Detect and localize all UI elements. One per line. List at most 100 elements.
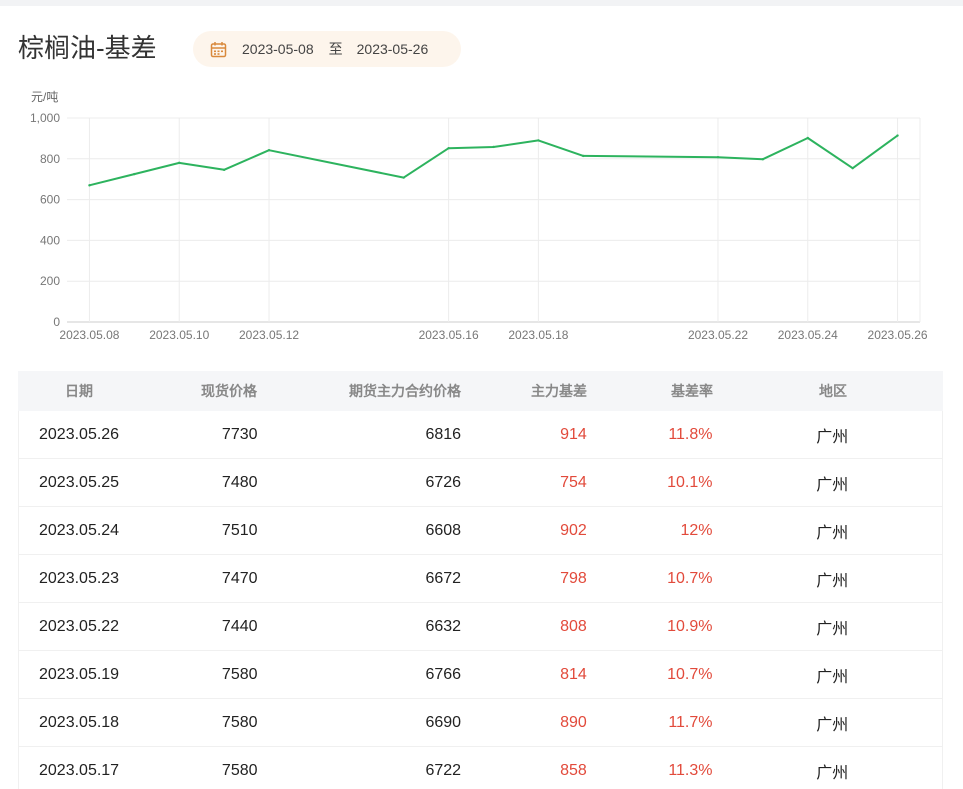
header-basis[interactable]: 主力基差 bbox=[461, 381, 587, 401]
x-tick-label: 2023.05.22 bbox=[688, 328, 748, 342]
x-tick-label: 2023.05.26 bbox=[868, 328, 928, 342]
table-row[interactable]: 2023.05.17 7580 6722 858 11.3% 广州 bbox=[18, 747, 943, 789]
header-spot-price[interactable]: 现货价格 bbox=[159, 381, 257, 401]
cell-region: 广州 bbox=[816, 476, 849, 494]
cell-spot-price: 7480 bbox=[221, 473, 258, 491]
cell-region: 广州 bbox=[816, 524, 849, 542]
cell-basis: 858 bbox=[560, 761, 587, 779]
table-row[interactable]: 2023.05.19 7580 6766 814 10.7% 广州 bbox=[18, 651, 943, 699]
calendar-icon bbox=[210, 41, 227, 57]
x-tick-label: 2023.05.08 bbox=[59, 328, 119, 342]
cell-futures-price: 6632 bbox=[425, 617, 462, 635]
y-tick-label: 1,000 bbox=[30, 111, 60, 125]
basis-table: 日期 现货价格 期货主力合约价格 主力基差 基差率 地区 2023.05.26 7… bbox=[18, 371, 943, 789]
cell-spot-price: 7580 bbox=[221, 713, 258, 731]
cell-basis-rate: 11.3% bbox=[668, 761, 713, 779]
start-date[interactable]: 2023-05-08 bbox=[242, 41, 314, 57]
cell-spot-price: 7730 bbox=[221, 425, 258, 443]
cell-spot-price: 7440 bbox=[221, 617, 258, 635]
cell-futures-price: 6672 bbox=[425, 569, 462, 587]
cell-futures-price: 6690 bbox=[425, 713, 462, 731]
header-futures-price[interactable]: 期货主力合约价格 bbox=[257, 381, 461, 401]
cell-basis-rate: 10.7% bbox=[667, 665, 713, 683]
basis-line-chart: 元/吨 0 200 400 600 800 1,000 2023.05.08 2023.05.1… bbox=[0, 84, 963, 354]
data-point bbox=[582, 154, 585, 158]
y-axis-unit-label: 元/吨 bbox=[31, 90, 58, 104]
cell-region: 广州 bbox=[816, 716, 849, 734]
cell-region: 广州 bbox=[816, 428, 849, 446]
cell-basis: 808 bbox=[560, 617, 587, 635]
cell-spot-price: 7470 bbox=[221, 569, 258, 587]
y-tick-label: 0 bbox=[53, 315, 60, 329]
data-point bbox=[88, 184, 91, 187]
table-row[interactable]: 2023.05.18 7580 6690 890 11.7% 广州 bbox=[18, 699, 943, 747]
header-basis-rate[interactable]: 基差率 bbox=[587, 381, 713, 401]
table-row[interactable]: 2023.05.25 7480 6726 754 10.1% 广州 bbox=[18, 459, 943, 507]
data-point bbox=[222, 168, 226, 172]
cell-date: 2023.05.18 bbox=[39, 713, 120, 731]
table-row[interactable]: 2023.05.22 7440 6632 808 10.9% 广州 bbox=[18, 603, 943, 651]
table-header: 日期 现货价格 期货主力合约价格 主力基差 基差率 地区 bbox=[18, 371, 943, 411]
page-title: 棕榈油-基差 bbox=[18, 33, 157, 63]
cell-basis: 902 bbox=[560, 521, 587, 539]
cell-date: 2023.05.25 bbox=[39, 473, 120, 491]
cell-basis-rate: 12% bbox=[680, 521, 713, 539]
cell-basis-rate: 10.1% bbox=[667, 473, 713, 491]
cell-basis-rate: 10.7% bbox=[667, 569, 713, 587]
cell-futures-price: 6726 bbox=[425, 473, 462, 491]
cell-region: 广州 bbox=[816, 764, 849, 782]
header-region[interactable]: 地区 bbox=[713, 381, 943, 401]
table-row[interactable]: 2023.05.26 7730 6816 914 11.8% 广州 bbox=[18, 411, 943, 459]
table-row[interactable]: 2023.05.24 7510 6608 902 12% 广州 bbox=[18, 507, 943, 555]
cell-basis-rate: 11.7% bbox=[668, 713, 713, 731]
table-row[interactable]: 2023.05.23 7470 6672 798 10.7% 广州 bbox=[18, 555, 943, 603]
series-line bbox=[89, 134, 899, 187]
cell-date: 2023.05.23 bbox=[39, 569, 120, 587]
x-tick-label: 2023.05.18 bbox=[508, 328, 568, 342]
table-body: 2023.05.26 7730 6816 914 11.8% 广州 2023.05.25 74… bbox=[18, 411, 943, 789]
cell-futures-price: 6816 bbox=[425, 425, 462, 443]
cell-basis: 890 bbox=[560, 713, 587, 731]
cell-futures-price: 6722 bbox=[425, 761, 462, 779]
cell-basis: 814 bbox=[560, 665, 587, 683]
x-tick-label: 2023.05.10 bbox=[149, 328, 209, 342]
data-point bbox=[761, 158, 765, 161]
top-bar bbox=[0, 0, 963, 6]
x-tick-label: 2023.05.24 bbox=[778, 328, 838, 342]
x-tick-label: 2023.05.12 bbox=[239, 328, 299, 342]
data-point bbox=[267, 149, 271, 152]
cell-date: 2023.05.22 bbox=[39, 617, 120, 635]
y-tick-label: 800 bbox=[40, 152, 60, 166]
cell-region: 广州 bbox=[816, 620, 849, 638]
cell-basis: 798 bbox=[560, 569, 587, 587]
y-tick-label: 200 bbox=[40, 274, 60, 288]
y-tick-label: 400 bbox=[40, 233, 60, 247]
cell-region: 广州 bbox=[816, 668, 849, 686]
data-point bbox=[716, 155, 720, 159]
data-point bbox=[537, 139, 540, 142]
y-tick-label: 600 bbox=[40, 193, 60, 207]
cell-date: 2023.05.17 bbox=[39, 761, 120, 779]
date-separator: 至 bbox=[328, 41, 343, 57]
cell-basis: 754 bbox=[560, 473, 587, 491]
data-point bbox=[447, 146, 450, 150]
data-point bbox=[492, 145, 495, 149]
cell-date: 2023.05.24 bbox=[39, 521, 120, 539]
data-point bbox=[851, 166, 854, 170]
cell-basis: 914 bbox=[560, 425, 587, 443]
data-point bbox=[806, 136, 809, 140]
data-point bbox=[402, 176, 405, 179]
cell-date: 2023.05.19 bbox=[39, 665, 120, 683]
cell-spot-price: 7510 bbox=[221, 521, 258, 539]
header-date[interactable]: 日期 bbox=[18, 381, 159, 401]
cell-region: 广州 bbox=[816, 572, 849, 590]
cell-spot-price: 7580 bbox=[221, 665, 258, 683]
cell-date: 2023.05.26 bbox=[39, 425, 120, 443]
cell-spot-price: 7580 bbox=[221, 761, 258, 779]
data-point bbox=[133, 172, 136, 176]
cell-basis-rate: 11.8% bbox=[668, 425, 713, 443]
date-range-picker[interactable]: 2023-05-08 至 2023-05-26 bbox=[193, 31, 461, 67]
data-point bbox=[896, 134, 899, 137]
end-date[interactable]: 2023-05-26 bbox=[357, 41, 429, 57]
data-point bbox=[178, 161, 181, 165]
